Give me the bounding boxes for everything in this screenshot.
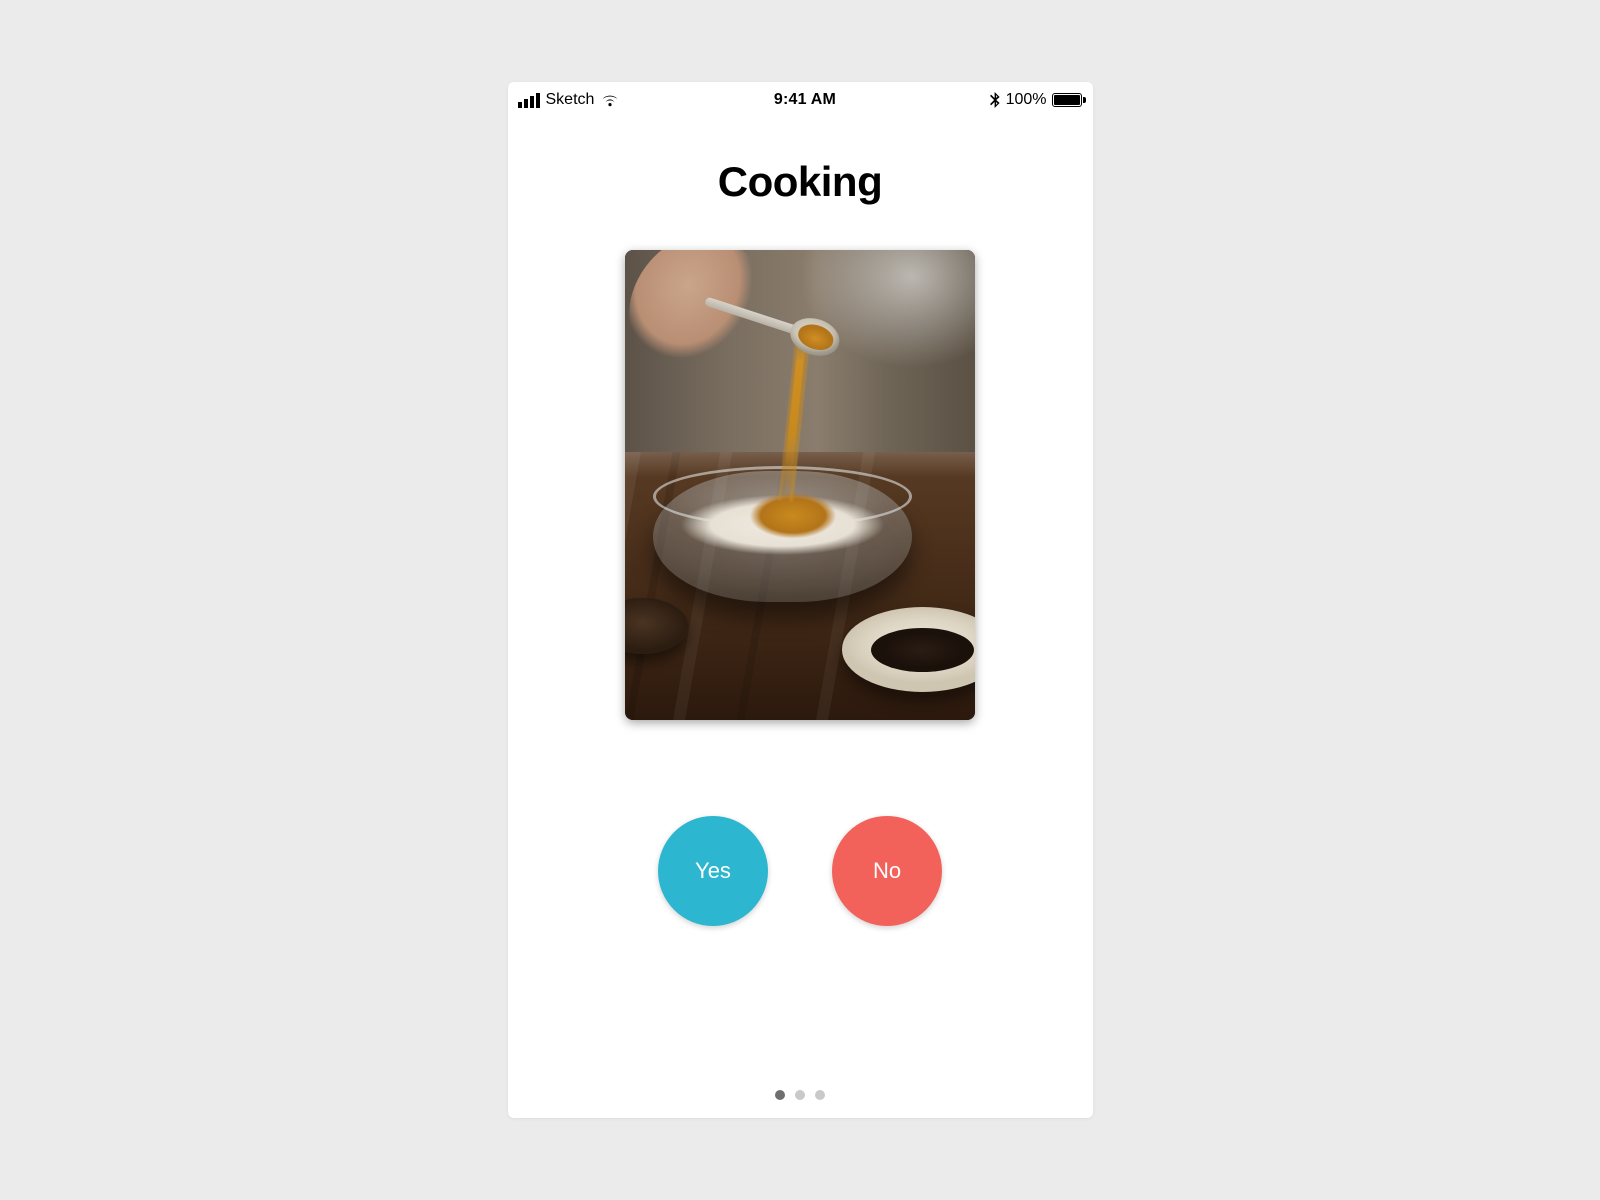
status-right: 100% <box>990 91 1083 109</box>
page-dot-2[interactable] <box>795 1090 805 1100</box>
carrier-label: Sketch <box>546 91 595 109</box>
wifi-icon <box>600 93 620 107</box>
cellular-signal-icon <box>518 93 540 108</box>
decision-buttons: Yes No <box>658 816 942 926</box>
status-time: 9:41 AM <box>774 91 836 109</box>
page-dot-3[interactable] <box>815 1090 825 1100</box>
yes-button[interactable]: Yes <box>658 816 768 926</box>
battery-icon <box>1052 93 1082 107</box>
battery-percent: 100% <box>1006 91 1047 109</box>
phone-frame: Sketch 9:41 AM 100% Cooking <box>508 82 1093 1118</box>
cooking-illustration-icon <box>625 250 975 720</box>
status-left: Sketch <box>518 91 621 109</box>
page-dot-1[interactable] <box>775 1090 785 1100</box>
no-button[interactable]: No <box>832 816 942 926</box>
content-area: Cooking Yes No <box>508 112 1093 1118</box>
page-title: Cooking <box>718 158 882 206</box>
page-indicator[interactable] <box>508 1090 1093 1100</box>
status-bar: Sketch 9:41 AM 100% <box>508 82 1093 112</box>
subject-image[interactable] <box>625 250 975 720</box>
bluetooth-icon <box>990 92 1000 108</box>
